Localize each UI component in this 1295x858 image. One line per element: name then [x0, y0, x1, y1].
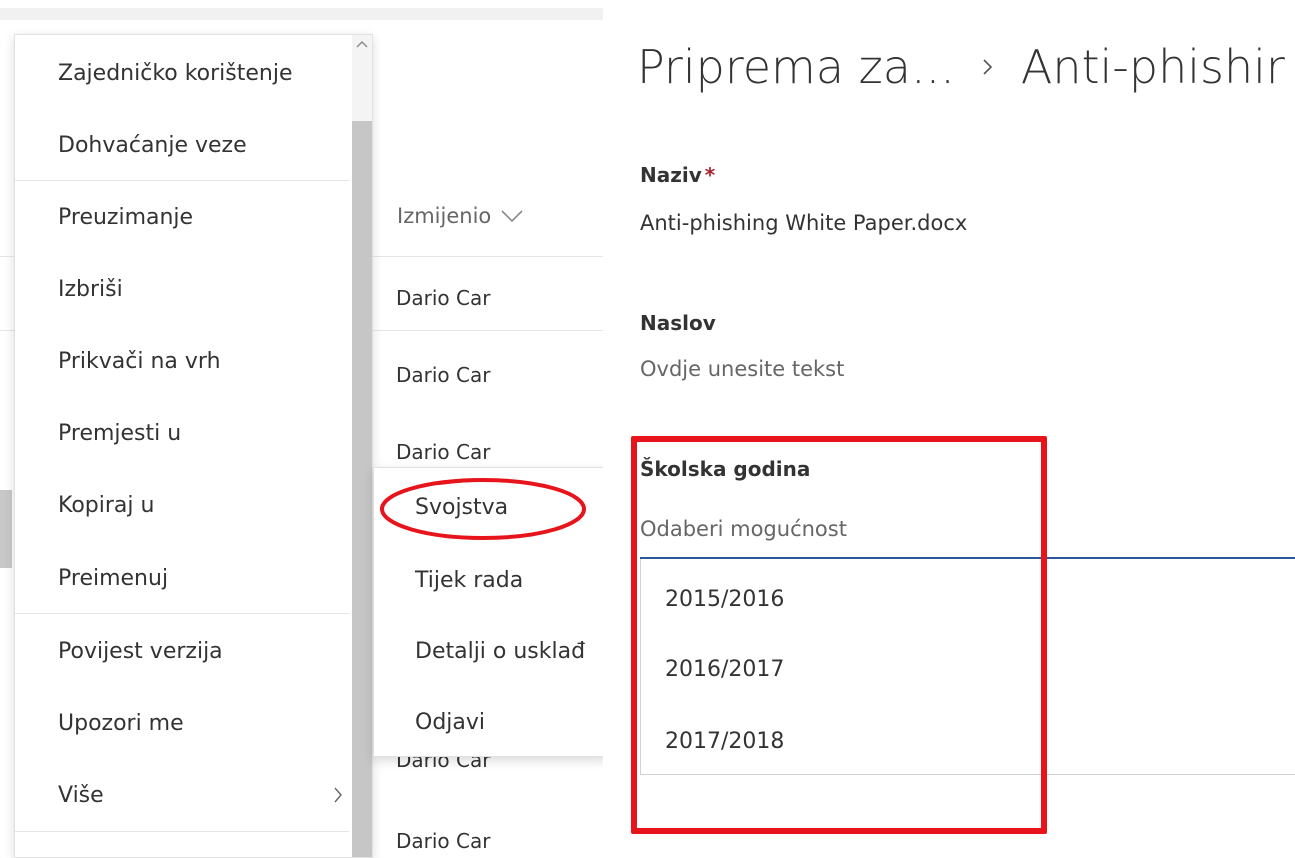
- menu-separator: [15, 831, 349, 832]
- chevron-right-icon: [334, 787, 342, 803]
- menu-item-label: Dohvaćanje veze: [58, 132, 247, 158]
- table-row-modified-by: Dario Car: [396, 829, 491, 853]
- name-label-text: Naziv: [640, 163, 702, 187]
- menu-item-alert-me[interactable]: Upozori me: [15, 693, 355, 753]
- column-header-modified-by[interactable]: Izmijenio: [397, 204, 523, 228]
- column-header-label: Izmijenio: [397, 204, 492, 228]
- name-field-label: Naziv *: [640, 163, 715, 187]
- menu-item-version-history[interactable]: Povijest verzija: [15, 621, 355, 681]
- submenu-item-check-out[interactable]: Odjavi: [374, 692, 609, 752]
- menu-item-pin-to-top[interactable]: Prikvači na vrh: [15, 331, 355, 391]
- chevron-right-icon: [983, 59, 992, 75]
- menu-item-label: Preuzimanje: [58, 204, 194, 230]
- required-marker: *: [704, 163, 716, 187]
- menu-item-delete[interactable]: Izbriši: [15, 259, 355, 319]
- chevron-up-icon[interactable]: [355, 39, 369, 49]
- properties-panel: Priprema za... Anti-phishir Naziv * Anti-…: [603, 0, 1295, 858]
- menu-separator: [15, 613, 349, 614]
- submenu-item-label: Detalji o usklađ: [415, 638, 586, 664]
- menu-item-copy-to[interactable]: Kopiraj u: [15, 475, 355, 535]
- context-menu: Zajedničko korištenje Dohvaćanje veze Pr…: [14, 34, 373, 858]
- left-edge-stub: [0, 490, 12, 568]
- menu-item-move-to[interactable]: Premjesti u: [15, 403, 355, 463]
- menu-item-label: Prikvači na vrh: [58, 348, 221, 374]
- menu-item-label: Povijest verzija: [58, 638, 223, 664]
- menu-item-label: Izbriši: [58, 276, 123, 302]
- highlight-ellipse: [380, 478, 586, 540]
- breadcrumb-current: Anti-phishir: [1020, 40, 1285, 94]
- breadcrumb-parent[interactable]: Priprema za...: [637, 40, 955, 94]
- submenu-item-label: Odjavi: [415, 709, 486, 735]
- menu-item-label: Upozori me: [58, 710, 184, 736]
- submenu-item-compliance-details[interactable]: Detalji o usklađ: [374, 621, 609, 681]
- menu-item-more[interactable]: Više: [15, 765, 355, 825]
- menu-scrollbar-thumb[interactable]: [352, 121, 372, 857]
- top-bar-strip: [0, 8, 603, 20]
- table-row-modified-by: Dario Car: [396, 440, 491, 464]
- breadcrumb: Priprema za... Anti-phishir: [637, 40, 1285, 94]
- menu-item-label: Više: [58, 782, 104, 808]
- title-field[interactable]: Ovdje unesite tekst: [640, 357, 844, 381]
- title-field-label: Naslov: [640, 311, 716, 335]
- menu-item-label: Premjesti u: [58, 420, 182, 446]
- menu-item-rename[interactable]: Preimenuj: [15, 548, 355, 608]
- menu-separator: [15, 180, 349, 181]
- menu-item-label: Kopiraj u: [58, 492, 155, 518]
- menu-item-download[interactable]: Preuzimanje: [15, 187, 355, 247]
- submenu-item-workflow[interactable]: Tijek rada: [374, 550, 609, 610]
- name-field[interactable]: Anti-phishing White Paper.docx: [640, 211, 967, 235]
- menu-item-label: Preimenuj: [58, 565, 169, 591]
- table-row-modified-by: Dario Car: [396, 286, 491, 310]
- menu-item-label: Zajedničko korištenje: [58, 60, 293, 86]
- menu-item-get-link[interactable]: Dohvaćanje veze: [15, 115, 355, 175]
- highlight-rectangle: [631, 436, 1047, 834]
- submenu-item-label: Tijek rada: [415, 567, 524, 593]
- menu-item-share[interactable]: Zajedničko korištenje: [15, 43, 355, 103]
- chevron-down-icon: [501, 210, 523, 223]
- table-row-modified-by: Dario Car: [396, 363, 491, 387]
